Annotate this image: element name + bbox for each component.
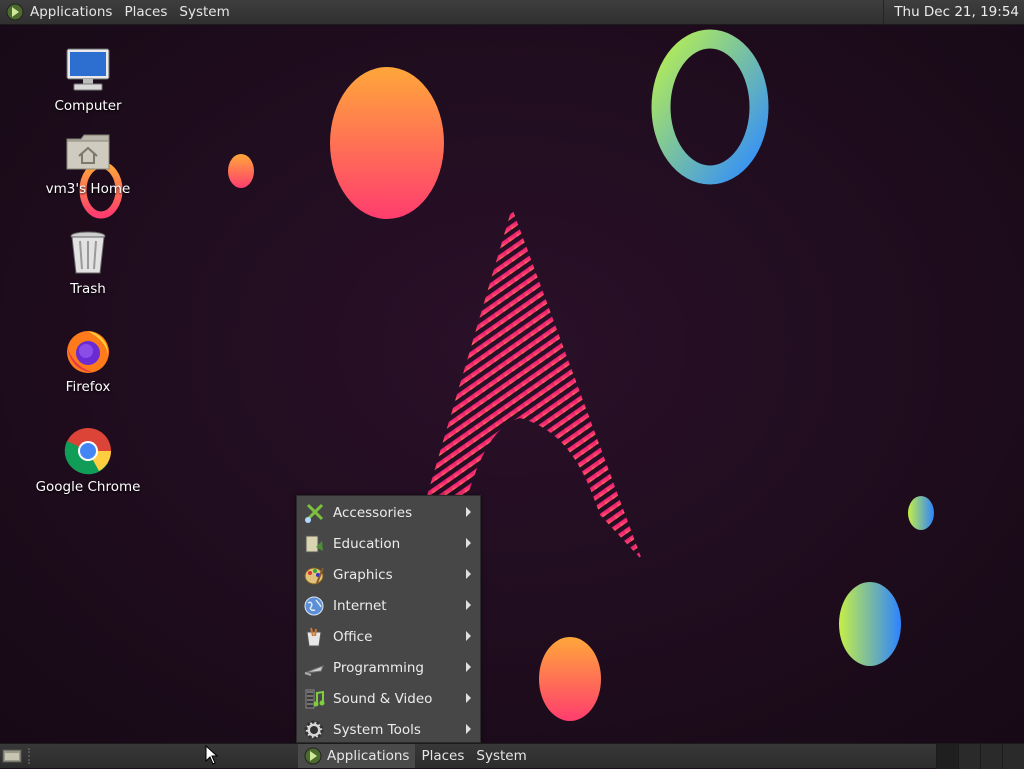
menu-item-label: Internet: [333, 597, 387, 614]
trash-icon: [70, 231, 106, 274]
desktop-icon-label: Google Chrome: [35, 479, 141, 495]
desktop-icon-label: Trash: [70, 281, 106, 297]
desktop-icon-label: Computer: [54, 98, 122, 114]
chevron-right-icon: [466, 538, 471, 548]
chrome-icon: [64, 428, 111, 475]
education-icon: [303, 533, 325, 555]
chevron-right-icon: [466, 600, 471, 610]
clock[interactable]: Thu Dec 21, 19:54: [883, 0, 1024, 24]
firefox-icon: [67, 331, 109, 373]
home-folder-icon: [66, 134, 110, 170]
top-menu-applications-label: Applications: [30, 4, 113, 20]
panel-drag-handle[interactable]: [28, 748, 34, 764]
chevron-right-icon: [466, 693, 471, 703]
menu-item-graphics[interactable]: Graphics: [297, 559, 480, 590]
chevron-right-icon: [466, 569, 471, 579]
show-desktop-button[interactable]: [0, 744, 24, 769]
bottom-menu-system[interactable]: System: [470, 744, 532, 768]
chevron-right-icon: [466, 724, 471, 734]
chevron-right-icon: [466, 631, 471, 641]
menu-item-office[interactable]: Office: [297, 621, 480, 652]
workspace-3[interactable]: [980, 744, 1002, 769]
menu-item-label: Education: [333, 535, 401, 552]
bottom-panel: Applications Places System: [0, 743, 1024, 769]
show-desktop-icon: [2, 749, 22, 763]
applications-menu: Accessories Education Graphics Internet …: [296, 495, 481, 743]
menu-item-education[interactable]: Education: [297, 528, 480, 559]
menu-item-label: Sound & Video: [333, 690, 433, 707]
bottom-menu-places[interactable]: Places: [415, 744, 470, 768]
system-tools-icon: [303, 719, 325, 741]
menu-item-label: System Tools: [333, 721, 421, 738]
top-menu-places-label: Places: [124, 4, 168, 20]
menu-item-label: Programming: [333, 659, 424, 676]
workspace-switcher: [936, 744, 1024, 769]
workspace-2[interactable]: [958, 744, 980, 769]
mate-logo-icon: [304, 747, 322, 765]
mate-logo-icon: [6, 3, 24, 21]
menu-item-sound-video[interactable]: Sound & Video: [297, 683, 480, 714]
menu-item-system-tools[interactable]: System Tools: [297, 714, 480, 745]
top-menu-applications[interactable]: Applications: [0, 0, 118, 24]
accessories-icon: [303, 502, 325, 524]
desktop-icon-firefox[interactable]: Firefox: [33, 327, 143, 395]
bottom-menu-applications-label: Applications: [327, 748, 410, 764]
mouse-cursor-icon: [205, 745, 219, 765]
desktop-icon-label: Firefox: [65, 379, 111, 395]
chevron-right-icon: [466, 507, 471, 517]
desktop-icon-label: vm3's Home: [45, 181, 131, 197]
bottom-menu-places-label: Places: [421, 748, 465, 764]
computer-icon: [66, 48, 110, 91]
office-icon: [303, 626, 325, 648]
workspace-1[interactable]: [936, 744, 958, 769]
bottom-menu-applications[interactable]: Applications: [298, 744, 416, 768]
bottom-menu-system-label: System: [476, 748, 527, 764]
menu-item-internet[interactable]: Internet: [297, 590, 480, 621]
menu-item-label: Office: [333, 628, 373, 645]
programming-icon: [303, 657, 325, 679]
menu-item-label: Graphics: [333, 566, 393, 583]
desktop-icon-home[interactable]: vm3's Home: [33, 129, 143, 197]
menu-item-accessories[interactable]: Accessories: [297, 497, 480, 528]
desktop-icon-computer[interactable]: Computer: [33, 46, 143, 114]
sound-video-icon: [303, 688, 325, 710]
chevron-right-icon: [466, 662, 471, 672]
top-menu-system-label: System: [179, 4, 230, 20]
menu-item-label: Accessories: [333, 504, 413, 521]
top-menu-places[interactable]: Places: [118, 0, 173, 24]
top-menu-system[interactable]: System: [173, 0, 235, 24]
desktop-icon-trash[interactable]: Trash: [33, 229, 143, 297]
graphics-icon: [303, 564, 325, 586]
top-panel: Applications Places System Thu Dec 21, 1…: [0, 0, 1024, 25]
internet-icon: [303, 595, 325, 617]
desktop-icon-chrome[interactable]: Google Chrome: [33, 427, 143, 495]
desktop-wallpaper: [0, 0, 1024, 768]
workspace-4[interactable]: [1002, 744, 1024, 769]
menu-item-programming[interactable]: Programming: [297, 652, 480, 683]
